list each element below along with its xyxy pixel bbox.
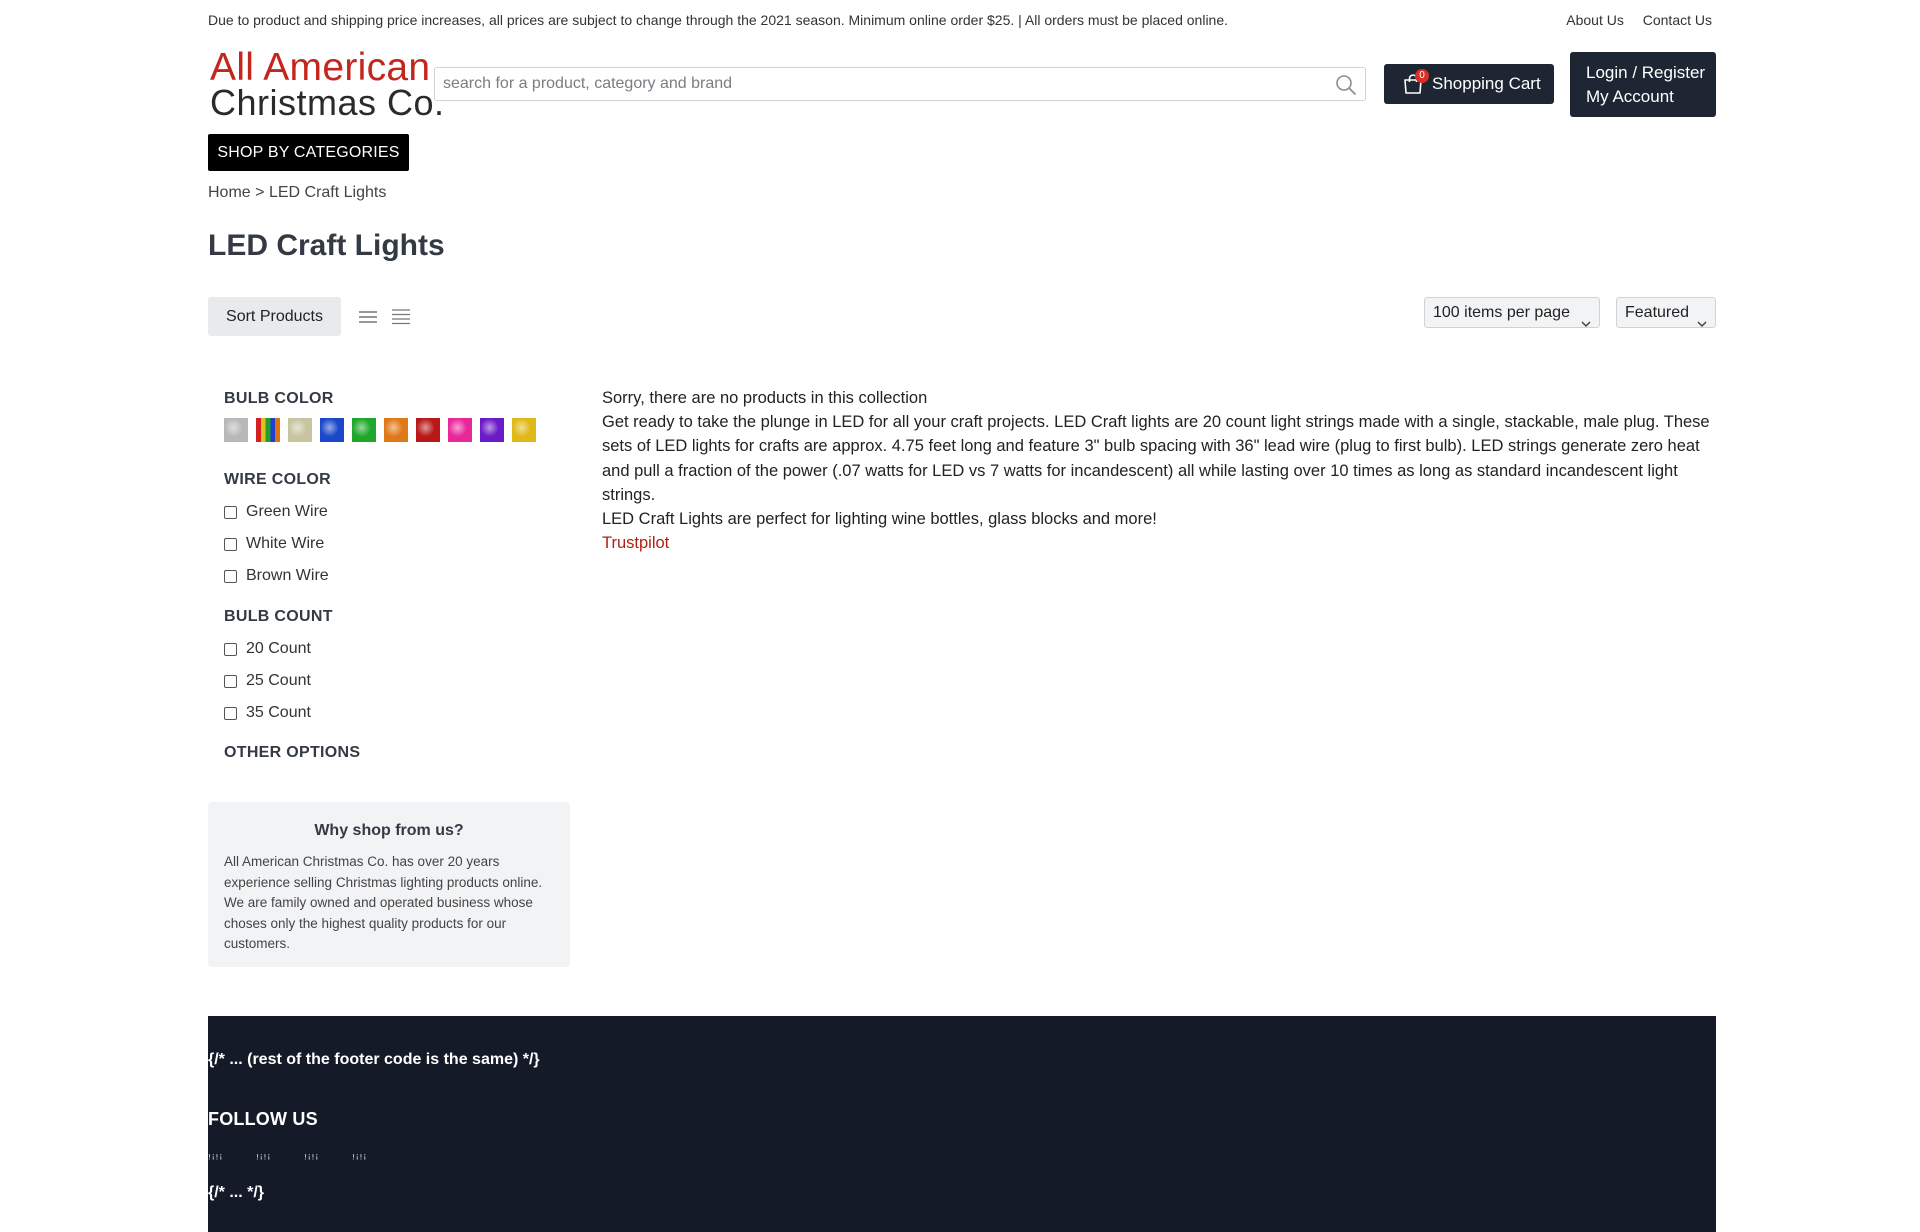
bulb-count-heading: BULB COUNT: [224, 608, 333, 625]
cart-count-badge: 0: [1415, 69, 1429, 83]
filter-option-label: White Wire: [246, 535, 325, 552]
social-link-4[interactable]: ꜝꜞꜝꜞ: [352, 1156, 367, 1167]
chevron-down-icon: [1581, 309, 1591, 328]
swatch-red[interactable]: [416, 418, 440, 442]
filter-option-label: 20 Count: [246, 640, 311, 657]
why-shop-heading: Why shop from us?: [314, 822, 464, 839]
shop-by-categories-button[interactable]: SHOP BY CATEGORIES: [208, 134, 409, 171]
logo-line-1: All American: [210, 46, 431, 89]
shopping-cart-label: Shopping Cart: [1432, 74, 1541, 93]
bulb-color-swatches: [224, 418, 564, 442]
my-account-link[interactable]: My Account: [1586, 87, 1674, 107]
compact-list-view-icon[interactable]: [391, 308, 411, 326]
site-logo[interactable]: All American Christmas Co.: [210, 46, 445, 123]
breadcrumb-current: LED Craft Lights: [268, 184, 387, 201]
other-options-heading[interactable]: OTHER OPTIONS: [224, 744, 360, 762]
sort-order-select[interactable]: Featured: [1616, 297, 1716, 328]
search-box: [434, 67, 1366, 101]
checkbox[interactable]: [224, 538, 237, 551]
breadcrumb-home[interactable]: Home: [208, 184, 251, 201]
swatch-gold[interactable]: [512, 418, 536, 442]
contact-us-link[interactable]: Contact Us: [1643, 12, 1712, 28]
site-footer: {/* ... (rest of the footer code is the …: [208, 1016, 1716, 1232]
breadcrumb: Home > LED Craft Lights: [208, 184, 386, 202]
wire-color-heading: WIRE COLOR: [224, 471, 331, 488]
checkbox[interactable]: [224, 675, 237, 688]
chevron-down-icon: [1697, 309, 1707, 328]
checkbox[interactable]: [224, 707, 237, 720]
items-per-page-select[interactable]: 100 items per page: [1424, 297, 1600, 328]
footer-code-comment-2: {/* ... */}: [208, 1184, 265, 1201]
account-button[interactable]: Login / Register My Account: [1570, 52, 1716, 117]
checkbox[interactable]: [224, 506, 237, 519]
search-input[interactable]: [443, 68, 1323, 100]
swatch-purple[interactable]: [480, 418, 504, 442]
why-shop-box: Why shop from us? All American Christmas…: [208, 802, 570, 967]
search-icon[interactable]: [1335, 74, 1357, 96]
why-shop-body: All American Christmas Co. has over 20 y…: [224, 854, 543, 951]
list-view-icon[interactable]: [358, 309, 378, 325]
about-us-link[interactable]: About Us: [1566, 12, 1624, 28]
price-notice: Due to product and shipping price increa…: [208, 12, 1229, 28]
swatch-multicolor[interactable]: [256, 418, 280, 442]
collection-tagline: LED Craft Lights are perfect for lightin…: [602, 510, 1157, 529]
collection-description: Get ready to take the plunge in LED for …: [602, 413, 1710, 504]
swatch-orange[interactable]: [384, 418, 408, 442]
filter-option-label: Brown Wire: [246, 567, 329, 584]
breadcrumb-separator: >: [255, 184, 265, 201]
collection-content: Sorry, there are no products in this col…: [602, 386, 1716, 555]
sort-products-button[interactable]: Sort Products: [208, 297, 341, 336]
login-register-link[interactable]: Login / Register: [1586, 63, 1705, 83]
checkbox[interactable]: [224, 643, 237, 656]
logo-line-2: Christmas Co.: [210, 82, 445, 123]
swatch-silver[interactable]: [224, 418, 248, 442]
swatch-warm-white[interactable]: [288, 418, 312, 442]
sort-order-value: Featured: [1625, 304, 1690, 321]
social-links: ꜝꜞꜝꜞ ꜝꜞꜝꜞ ꜝꜞꜝꜞ ꜝꜞꜝꜞ: [208, 1156, 408, 1168]
filter-option-label: 25 Count: [246, 672, 311, 689]
swatch-blue[interactable]: [320, 418, 344, 442]
follow-us-heading: FOLLOW US: [208, 1109, 318, 1129]
shopping-cart-button[interactable]: 0 Shopping Cart: [1384, 64, 1554, 104]
items-per-page-value: 100 items per page: [1433, 304, 1570, 321]
top-notice-bar: Due to product and shipping price increa…: [208, 10, 1712, 30]
top-links: About Us Contact Us: [1551, 12, 1712, 28]
filter-option-label: Green Wire: [246, 503, 328, 520]
trustpilot-link[interactable]: Trustpilot: [602, 534, 669, 552]
swatch-pink[interactable]: [448, 418, 472, 442]
bulb-color-heading: BULB COLOR: [224, 390, 334, 407]
social-link-2[interactable]: ꜝꜞꜝꜞ: [256, 1156, 271, 1167]
social-link-1[interactable]: ꜝꜞꜝꜞ: [208, 1156, 223, 1167]
filter-option-label: 35 Count: [246, 704, 311, 721]
social-link-3[interactable]: ꜝꜞꜝꜞ: [304, 1156, 319, 1167]
checkbox[interactable]: [224, 570, 237, 583]
footer-code-comment: {/* ... (rest of the footer code is the …: [208, 1051, 540, 1068]
swatch-green[interactable]: [352, 418, 376, 442]
empty-collection-message: Sorry, there are no products in this col…: [602, 389, 928, 407]
page-title: LED Craft Lights: [208, 229, 445, 262]
